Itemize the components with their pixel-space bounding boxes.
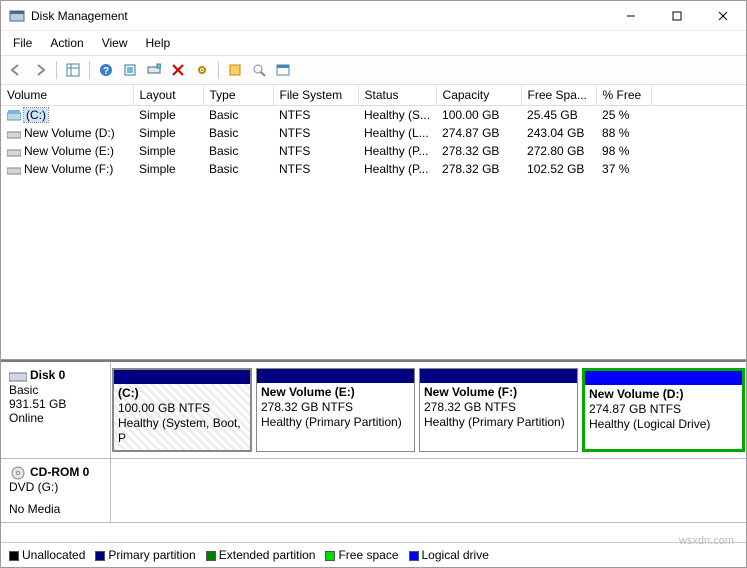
refresh-button[interactable] <box>119 59 141 81</box>
partition-strip: (C:) 100.00 GB NTFS Healthy (System, Boo… <box>111 362 746 458</box>
cdrom-state: No Media <box>9 502 102 516</box>
partition-bar <box>420 369 577 383</box>
cdrom-sub: DVD (G:) <box>9 480 102 494</box>
col-pctfree[interactable]: % Free <box>596 85 651 106</box>
menu-help[interactable]: Help <box>138 33 179 53</box>
disk-icon <box>9 369 27 383</box>
volume-row[interactable]: (C:) Simple Basic NTFS Healthy (S... 100… <box>1 106 746 125</box>
disk-row: Disk 0 Basic 931.51 GB Online (C:) 100.0… <box>1 362 746 459</box>
col-type[interactable]: Type <box>203 85 273 106</box>
partition-d[interactable]: New Volume (D:) 274.87 GB NTFS Healthy (… <box>582 368 745 452</box>
close-button[interactable] <box>700 1 746 31</box>
drive-icon <box>7 128 21 140</box>
volume-name: New Volume (D:) <box>24 126 115 140</box>
legend-unallocated: Unallocated <box>9 548 85 562</box>
col-volume[interactable]: Volume <box>1 85 133 106</box>
menu-view[interactable]: View <box>94 33 136 53</box>
svg-text:?: ? <box>103 66 109 77</box>
app-icon <box>9 8 25 24</box>
disk-state: Online <box>9 411 102 425</box>
disk-size: 931.51 GB <box>9 397 102 411</box>
col-spacer[interactable] <box>651 85 746 106</box>
cell-fs: NTFS <box>273 106 358 125</box>
partition-bar <box>585 371 742 385</box>
forward-button[interactable] <box>29 59 51 81</box>
properties-button[interactable] <box>191 59 213 81</box>
volume-row[interactable]: New Volume (D:) SimpleBasicNTFSHealthy (… <box>1 124 746 142</box>
menu-bar: File Action View Help <box>1 31 746 55</box>
toolbar-sep <box>218 61 219 79</box>
cell-type: Basic <box>203 106 273 125</box>
volume-name: New Volume (F:) <box>24 162 113 176</box>
disk-header[interactable]: Disk 0 Basic 931.51 GB Online <box>1 362 111 458</box>
cell-capacity: 100.00 GB <box>436 106 521 125</box>
volume-table[interactable]: Volume Layout Type File System Status Ca… <box>1 85 746 178</box>
toolbar-sep <box>89 61 90 79</box>
legend-primary: Primary partition <box>95 548 195 562</box>
title-bar: Disk Management <box>1 1 746 31</box>
toolbar: ? <box>1 55 746 85</box>
toolbar-sep <box>56 61 57 79</box>
action-button[interactable] <box>224 59 246 81</box>
window-title: Disk Management <box>31 9 608 23</box>
partition-bar <box>114 370 250 384</box>
legend: Unallocated Primary partition Extended p… <box>1 542 746 567</box>
col-fs[interactable]: File System <box>273 85 358 106</box>
cell-pct: 25 % <box>596 106 651 125</box>
menu-action[interactable]: Action <box>42 33 91 53</box>
drive-icon <box>7 164 21 176</box>
drive-icon <box>7 110 21 122</box>
partition-c[interactable]: (C:) 100.00 GB NTFS Healthy (System, Boo… <box>112 368 252 452</box>
cell-free: 25.45 GB <box>521 106 596 125</box>
legend-logical: Logical drive <box>409 548 489 562</box>
volume-list-pane: Volume Layout Type File System Status Ca… <box>1 85 746 360</box>
volume-row[interactable]: New Volume (E:) SimpleBasicNTFSHealthy (… <box>1 142 746 160</box>
find-button[interactable] <box>248 59 270 81</box>
delete-button[interactable] <box>167 59 189 81</box>
help-button[interactable]: ? <box>95 59 117 81</box>
disk-type: Basic <box>9 383 102 397</box>
watermark: wsxdn.com <box>679 535 734 547</box>
maximize-button[interactable] <box>654 1 700 31</box>
cdrom-icon <box>9 466 27 480</box>
drive-icon <box>7 146 21 158</box>
cdrom-header[interactable]: CD-ROM 0 DVD (G:) No Media <box>1 459 111 522</box>
volume-name: (C:) <box>24 108 48 122</box>
disk-map-pane: Disk 0 Basic 931.51 GB Online (C:) 100.0… <box>1 360 746 542</box>
minimize-button[interactable] <box>608 1 654 31</box>
cdrom-row: CD-ROM 0 DVD (G:) No Media <box>1 459 746 523</box>
partition-f[interactable]: New Volume (F:) 278.32 GB NTFS Healthy (… <box>419 368 578 452</box>
rescan-button[interactable] <box>143 59 165 81</box>
cell-layout: Simple <box>133 106 203 125</box>
volume-name: New Volume (E:) <box>24 144 114 158</box>
back-button[interactable] <box>5 59 27 81</box>
volume-row[interactable]: New Volume (F:) SimpleBasicNTFSHealthy (… <box>1 160 746 178</box>
menu-file[interactable]: File <box>5 33 40 53</box>
partition-e[interactable]: New Volume (E:) 278.32 GB NTFS Healthy (… <box>256 368 415 452</box>
col-capacity[interactable]: Capacity <box>436 85 521 106</box>
partition-bar <box>257 369 414 383</box>
cdrom-strip <box>111 459 746 522</box>
legend-free: Free space <box>325 548 398 562</box>
view-list-button[interactable] <box>62 59 84 81</box>
col-layout[interactable]: Layout <box>133 85 203 106</box>
cell-status: Healthy (S... <box>358 106 436 125</box>
view-graphical-button[interactable] <box>272 59 294 81</box>
legend-extended: Extended partition <box>206 548 316 562</box>
col-status[interactable]: Status <box>358 85 436 106</box>
col-freespace[interactable]: Free Spa... <box>521 85 596 106</box>
